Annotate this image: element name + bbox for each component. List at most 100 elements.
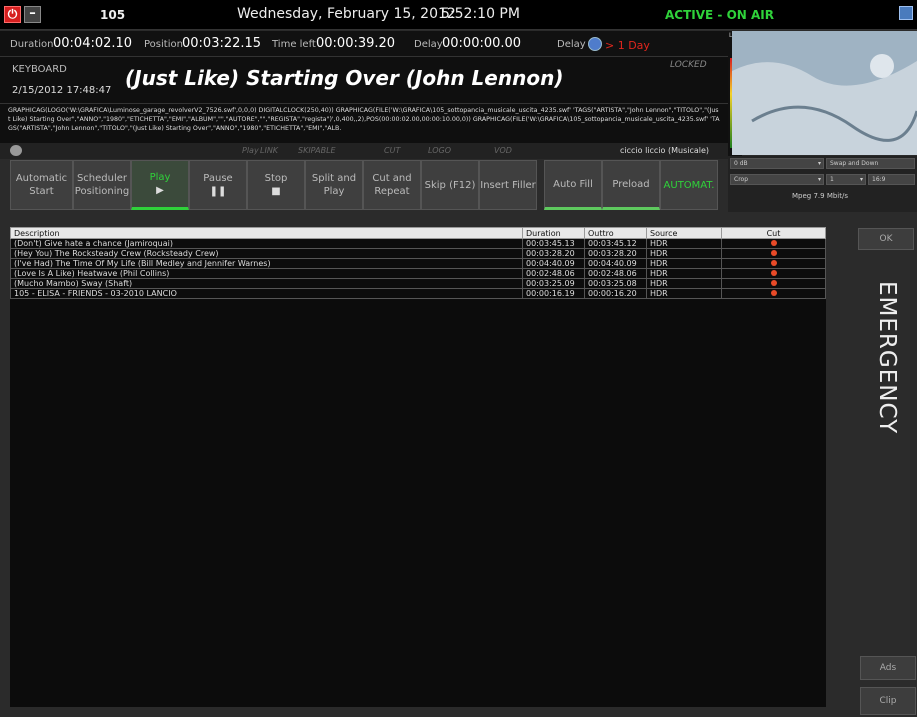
ok-button[interactable]: OK xyxy=(858,228,914,250)
gain-select[interactable]: 0 dB ▾ xyxy=(730,158,824,169)
cut-marker-icon xyxy=(770,270,777,276)
preload-button[interactable]: Preload xyxy=(602,160,660,210)
minimize-icon[interactable]: – xyxy=(24,6,41,23)
auto-start-label: Automatic Start xyxy=(15,173,68,197)
skip-label: Skip (F12) xyxy=(424,179,476,191)
play-icon: ▶ xyxy=(156,185,164,196)
scheduler-button[interactable]: Scheduler Positioning xyxy=(73,160,131,210)
cell-cut[interactable] xyxy=(721,288,826,299)
position-label: Position xyxy=(144,39,183,50)
cell-duration: 00:02:48.06 xyxy=(522,268,585,279)
position-value: 00:03:22.15 xyxy=(182,36,262,51)
cell-source: HDR xyxy=(646,258,722,269)
video-frame xyxy=(732,31,917,155)
insert-filler-button[interactable]: Insert Filler xyxy=(479,160,537,210)
cell-cut[interactable] xyxy=(721,248,826,259)
cell-description: (Hey You) The Rocksteady Crew (Rockstead… xyxy=(10,248,523,259)
table-header: Description Duration Outtro Source Cut xyxy=(10,227,826,239)
stop-label: Stop xyxy=(264,173,288,184)
playlist-table: Description Duration Outtro Source Cut (… xyxy=(10,227,826,707)
scheduler-label: Scheduler Positioning xyxy=(74,173,130,197)
current-clock: 5:52:10 PM xyxy=(441,6,520,22)
table-row[interactable]: 105 - ELISA - FRIENDS - 03-2010 LANCIO 00… xyxy=(10,288,826,299)
preload-label: Preload xyxy=(612,178,650,190)
split-play-button[interactable]: Split and Play xyxy=(305,160,363,210)
aspect-select[interactable]: 16:9 xyxy=(868,174,915,185)
cell-duration: 00:04:40.09 xyxy=(522,258,585,269)
pause-button[interactable]: Pause ❚❚ xyxy=(189,160,247,210)
table-row[interactable]: (Don't) Give hate a chance (Jamiroquai) 0… xyxy=(10,238,826,249)
now-playing-title: (Just Like) Starting Over (John Lennon) xyxy=(125,66,564,90)
automat-button[interactable]: AUTOMAT. xyxy=(660,160,718,210)
cut-marker-icon xyxy=(770,280,777,286)
cell-cut[interactable] xyxy=(721,258,826,269)
automat-label: AUTOMAT. xyxy=(663,179,715,191)
delay-label: Delay xyxy=(414,39,443,50)
power-icon[interactable]: ⏻ xyxy=(4,6,21,23)
play-button[interactable]: Play ▶ xyxy=(131,160,189,210)
col-source[interactable]: Source xyxy=(646,227,722,239)
crop-select[interactable]: Crop ▾ xyxy=(730,174,824,185)
table-row[interactable]: (Mucho Mambo) Sway (Shaft) 00:03:25.09 00:… xyxy=(10,278,826,289)
table-row[interactable]: (I've Had) The Time Of My Life (Bill Med… xyxy=(10,258,826,269)
clock-icon[interactable] xyxy=(588,37,602,51)
gain-value: 0 dB xyxy=(734,160,748,167)
cut-repeat-button[interactable]: Cut and Repeat xyxy=(363,160,421,210)
ads-button[interactable]: Ads xyxy=(860,656,916,680)
cut-marker-icon xyxy=(770,260,777,266)
video-preview xyxy=(732,31,917,155)
cell-outtro: 00:02:48.06 xyxy=(584,268,647,279)
station-name: 105 xyxy=(100,8,126,22)
mode-value: Swap and Down xyxy=(830,160,879,167)
col-duration[interactable]: Duration xyxy=(522,227,585,239)
col-description[interactable]: Description xyxy=(10,227,523,239)
crop-num-select[interactable]: 1 ▾ xyxy=(826,174,866,185)
table-row[interactable]: (Hey You) The Rocksteady Crew (Rockstead… xyxy=(10,248,826,259)
chevron-down-icon: ▾ xyxy=(817,176,821,183)
col-outtro[interactable]: Outtro xyxy=(584,227,647,239)
skip-button[interactable]: Skip (F12) xyxy=(421,160,479,210)
col-cut[interactable]: Cut xyxy=(721,227,826,239)
flag-logo: LOGO xyxy=(428,146,452,155)
cell-outtro: 00:00:16.20 xyxy=(584,288,647,299)
window-corner-icon[interactable] xyxy=(899,6,913,20)
crop-value: Crop xyxy=(734,176,749,183)
cell-source: HDR xyxy=(646,238,722,249)
play-label: Play xyxy=(149,172,171,183)
auto-start-button[interactable]: Automatic Start xyxy=(10,160,73,210)
cell-outtro: 00:03:25.08 xyxy=(584,278,647,289)
video-controls: 0 dB ▾ Swap and Down Crop ▾ 1 ▾ 16:9 Mpeg 7… xyxy=(728,156,917,212)
emergency-button[interactable]: EMERGENCY xyxy=(874,281,900,434)
cell-cut[interactable] xyxy=(721,278,826,289)
cell-description: 105 - ELISA - FRIENDS - 03-2010 LANCIO xyxy=(10,288,523,299)
source-label: KEYBOARD xyxy=(12,64,67,75)
stop-button[interactable]: Stop ■ xyxy=(247,160,305,210)
auto-fill-button[interactable]: Auto Fill xyxy=(544,160,602,210)
crop-num-value: 1 xyxy=(830,176,834,183)
flags-row: Play LINK SKIPABLE CUT LOGO VOD ciccio l… xyxy=(0,143,728,159)
insert-filler-label: Insert Filler xyxy=(480,179,536,191)
now-playing-panel: KEYBOARD 2/15/2012 17:48:47 (Just Like) … xyxy=(0,57,728,103)
chevron-down-icon: ▾ xyxy=(859,176,863,183)
cell-cut[interactable] xyxy=(721,268,826,279)
cell-duration: 00:03:25.09 xyxy=(522,278,585,289)
delay-value: 00:00:00.00 xyxy=(442,36,522,51)
cut-marker-icon xyxy=(770,290,777,296)
cell-duration: 00:03:45.13 xyxy=(522,238,585,249)
cell-cut[interactable] xyxy=(721,238,826,249)
clip-button[interactable]: Clip xyxy=(860,687,916,715)
cell-duration: 00:03:28.20 xyxy=(522,248,585,259)
duration-value: 00:04:02.10 xyxy=(53,36,133,51)
cut-marker-icon xyxy=(770,250,777,256)
cut-repeat-label: Cut and Repeat xyxy=(372,173,412,197)
cell-description: (Don't) Give hate a chance (Jamiroquai) xyxy=(10,238,523,249)
delay2-label: Delay xyxy=(557,39,586,50)
table-row[interactable]: (Love Is A Like) Heatwave (Phil Collins)… xyxy=(10,268,826,279)
cell-source: HDR xyxy=(646,278,722,289)
mode-select[interactable]: Swap and Down xyxy=(826,158,915,169)
codec-label: Mpeg 7.9 Mbit/s xyxy=(792,192,848,200)
top-bar: ⏻ – 105 Wednesday, February 15, 2012 5:5… xyxy=(0,0,917,30)
playlist: Description Duration Outtro Source Cut (… xyxy=(10,227,826,299)
chat-icon[interactable] xyxy=(10,145,22,156)
aspect-value: 16:9 xyxy=(872,176,886,183)
